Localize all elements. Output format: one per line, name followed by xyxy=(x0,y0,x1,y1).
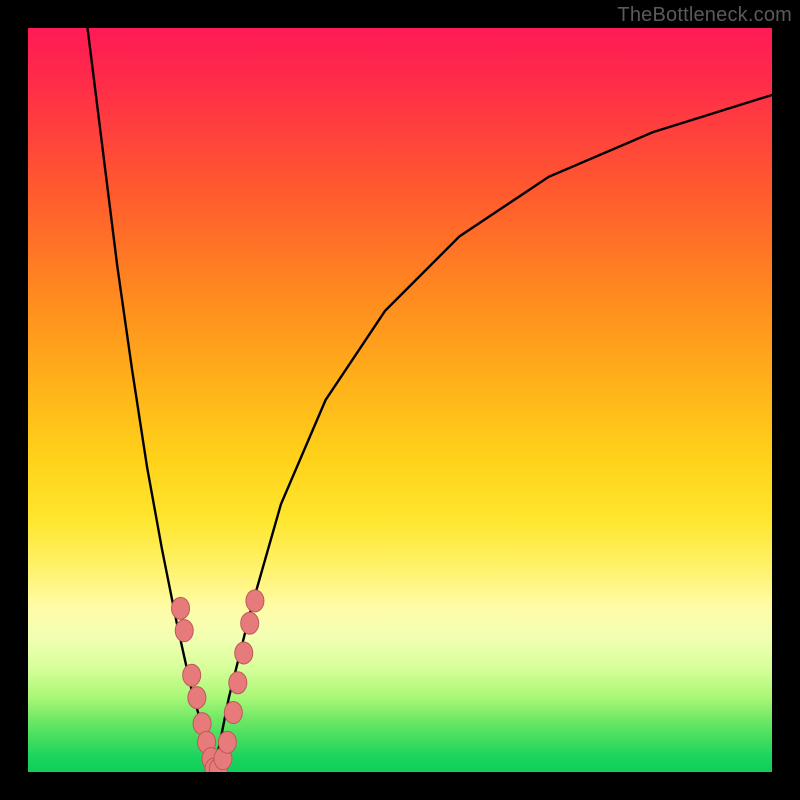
chart-frame: TheBottleneck.com xyxy=(0,0,800,800)
data-marker xyxy=(175,620,193,642)
data-marker xyxy=(246,590,264,612)
data-marker xyxy=(183,664,201,686)
plot-area xyxy=(28,28,772,772)
data-marker xyxy=(241,612,259,634)
series-right-branch xyxy=(214,95,772,772)
data-marker xyxy=(224,701,242,723)
chart-svg xyxy=(28,28,772,772)
marker-group xyxy=(172,590,264,772)
series-left-branch xyxy=(88,28,214,772)
data-marker xyxy=(229,672,247,694)
data-marker xyxy=(235,642,253,664)
watermark-text: TheBottleneck.com xyxy=(617,4,792,27)
data-marker xyxy=(172,597,190,619)
series-group xyxy=(88,28,772,772)
data-marker xyxy=(188,687,206,709)
data-marker xyxy=(218,731,236,753)
